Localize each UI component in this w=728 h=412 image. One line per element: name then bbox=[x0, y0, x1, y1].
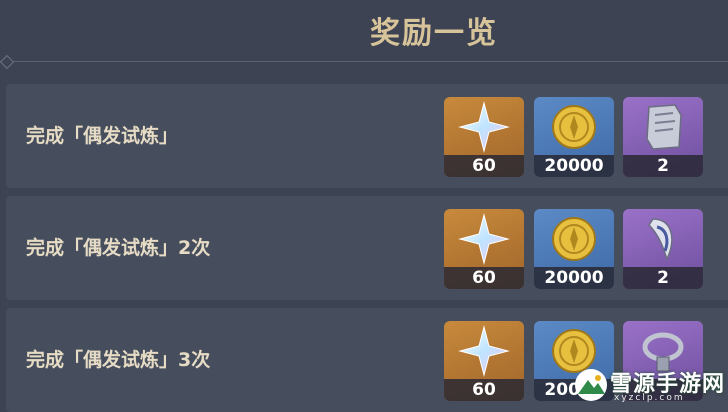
primogem-icon bbox=[458, 101, 510, 153]
reward-quantity: 60 bbox=[444, 267, 524, 289]
reward-item-material[interactable]: 2 bbox=[623, 97, 703, 177]
reward-quantity: 2 bbox=[623, 267, 703, 289]
reward-row: 完成「偶发试炼」 60 20000 2 bbox=[6, 84, 728, 188]
divider-ornament bbox=[0, 54, 15, 70]
primogem-icon bbox=[458, 325, 510, 377]
mountain-logo-icon bbox=[575, 369, 607, 401]
reward-item-material[interactable]: 2 bbox=[623, 209, 703, 289]
mora-coin-icon bbox=[552, 217, 596, 261]
row-label: 完成「偶发试炼」2次 bbox=[26, 237, 211, 259]
reward-quantity: 2 bbox=[623, 155, 703, 177]
reward-quantity: 60 bbox=[444, 379, 524, 401]
reward-item-mora[interactable]: 20000 bbox=[534, 97, 614, 177]
reward-quantity: 20000 bbox=[534, 155, 614, 177]
reward-item-primogem[interactable]: 60 bbox=[444, 97, 524, 177]
row-label: 完成「偶发试炼」 bbox=[26, 125, 179, 147]
row-label: 完成「偶发试炼」3次 bbox=[26, 349, 211, 371]
reward-item-mora[interactable]: 20000 bbox=[534, 209, 614, 289]
reward-row: 完成「偶发试炼」2次 60 20000 2 bbox=[6, 196, 728, 300]
reward-quantity: 60 bbox=[444, 155, 524, 177]
title-divider bbox=[0, 61, 728, 62]
mora-coin-icon bbox=[552, 105, 596, 149]
reward-quantity: 20000 bbox=[534, 267, 614, 289]
reward-item-primogem[interactable]: 60 bbox=[444, 209, 524, 289]
primogem-icon bbox=[458, 213, 510, 265]
page-title: 奖励一览 bbox=[370, 16, 498, 51]
scroll-material-icon bbox=[646, 104, 682, 150]
site-watermark: 雪源手游网 xyzclp.com bbox=[566, 364, 726, 404]
reward-item-primogem[interactable]: 60 bbox=[444, 321, 524, 401]
horn-material-icon bbox=[648, 218, 673, 262]
watermark-url: xyzclp.com bbox=[614, 393, 685, 403]
